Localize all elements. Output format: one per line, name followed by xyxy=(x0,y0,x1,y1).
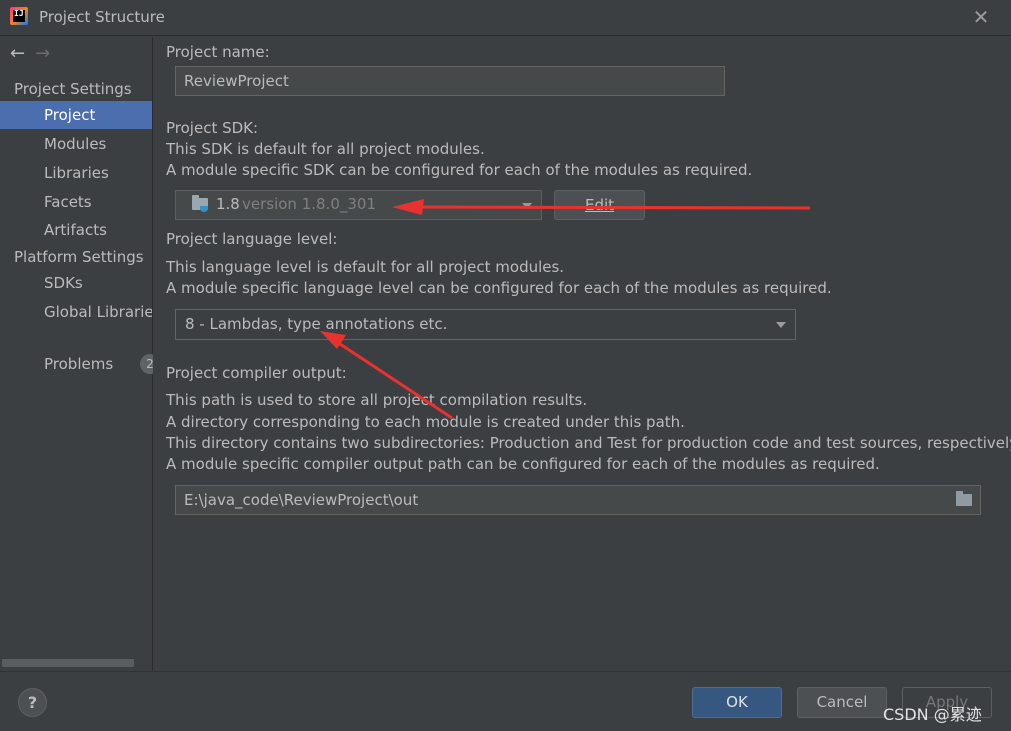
sdk-description-2: A module specific SDK can be configured … xyxy=(166,161,753,179)
close-icon[interactable]: ✕ xyxy=(970,6,992,28)
language-level-dropdown[interactable]: 8 - Lambdas, type annotations etc. xyxy=(175,309,796,340)
sdk-version: version 1.8.0_301 xyxy=(242,195,377,213)
cancel-button[interactable]: Cancel xyxy=(797,687,887,718)
sidebar-item-facets[interactable]: Facets xyxy=(0,188,152,216)
sidebar: ← → Project Settings Project Modules Libr… xyxy=(0,37,160,671)
sidebar-item-artifacts[interactable]: Artifacts xyxy=(0,216,152,244)
project-settings-header: Project Settings xyxy=(14,80,132,98)
sidebar-item-libraries[interactable]: Libraries xyxy=(0,159,152,187)
watermark: CSDN @累迹 xyxy=(883,705,982,724)
compiler-output-path: E:\java_code\ReviewProject\out xyxy=(184,491,419,509)
sdk-description-1: This SDK is default for all project modu… xyxy=(166,140,485,158)
platform-settings-header: Platform Settings xyxy=(14,248,144,266)
output-description-3: This directory contains two subdirectori… xyxy=(166,434,1011,452)
back-arrow-icon[interactable]: ← xyxy=(10,43,25,64)
project-name-label: Project name: xyxy=(166,43,270,61)
dialog-footer: ? OK Cancel Apply CSDN @累迹 xyxy=(0,671,1011,731)
sidebar-item-problems[interactable]: Problems xyxy=(0,350,152,378)
app-icon: IJ xyxy=(10,7,28,25)
project-name-input[interactable]: ReviewProject xyxy=(175,66,725,96)
sidebar-item-global-libraries[interactable]: Global Libraries xyxy=(0,298,152,326)
app-icon-text: IJ xyxy=(14,9,24,18)
compiler-output-label: Project compiler output: xyxy=(166,364,347,382)
title-bar: IJ Project Structure ✕ xyxy=(0,0,1011,36)
edit-sdk-label: Edit xyxy=(584,196,615,214)
edit-sdk-button[interactable]: Edit xyxy=(554,190,645,220)
output-description-1: This path is used to store all project c… xyxy=(166,391,588,409)
language-description-1: This language level is default for all p… xyxy=(166,258,565,276)
sidebar-scrollbar[interactable] xyxy=(2,659,134,667)
browse-folder-icon[interactable] xyxy=(956,491,972,506)
sdk-name: 1.8 xyxy=(216,195,240,213)
window-title: Project Structure xyxy=(39,8,165,26)
help-button[interactable]: ? xyxy=(18,688,47,717)
ok-button[interactable]: OK xyxy=(692,687,782,718)
output-description-4: A module specific compiler output path c… xyxy=(166,455,880,473)
sidebar-item-modules[interactable]: Modules xyxy=(0,130,152,158)
chevron-down-icon xyxy=(776,322,786,328)
nav-arrows: ← → xyxy=(10,43,50,64)
compiler-output-input[interactable]: E:\java_code\ReviewProject\out xyxy=(175,485,981,515)
language-level-label: Project language level: xyxy=(166,230,338,248)
folder-sdk-icon xyxy=(192,195,208,212)
sidebar-item-project[interactable]: Project xyxy=(0,101,152,129)
language-description-2: A module specific language level can be … xyxy=(166,279,832,297)
project-sdk-label: Project SDK: xyxy=(166,119,259,137)
sdk-dropdown[interactable]: 1.8 version 1.8.0_301 xyxy=(175,190,542,220)
main-panel: Project name: ReviewProject Project SDK:… xyxy=(153,37,1011,671)
output-description-2: A directory corresponding to each module… xyxy=(166,413,685,431)
forward-arrow-icon[interactable]: → xyxy=(35,43,50,64)
chevron-down-icon xyxy=(522,203,532,209)
sidebar-item-sdks[interactable]: SDKs xyxy=(0,269,152,297)
language-level-value: 8 - Lambdas, type annotations etc. xyxy=(185,315,448,333)
